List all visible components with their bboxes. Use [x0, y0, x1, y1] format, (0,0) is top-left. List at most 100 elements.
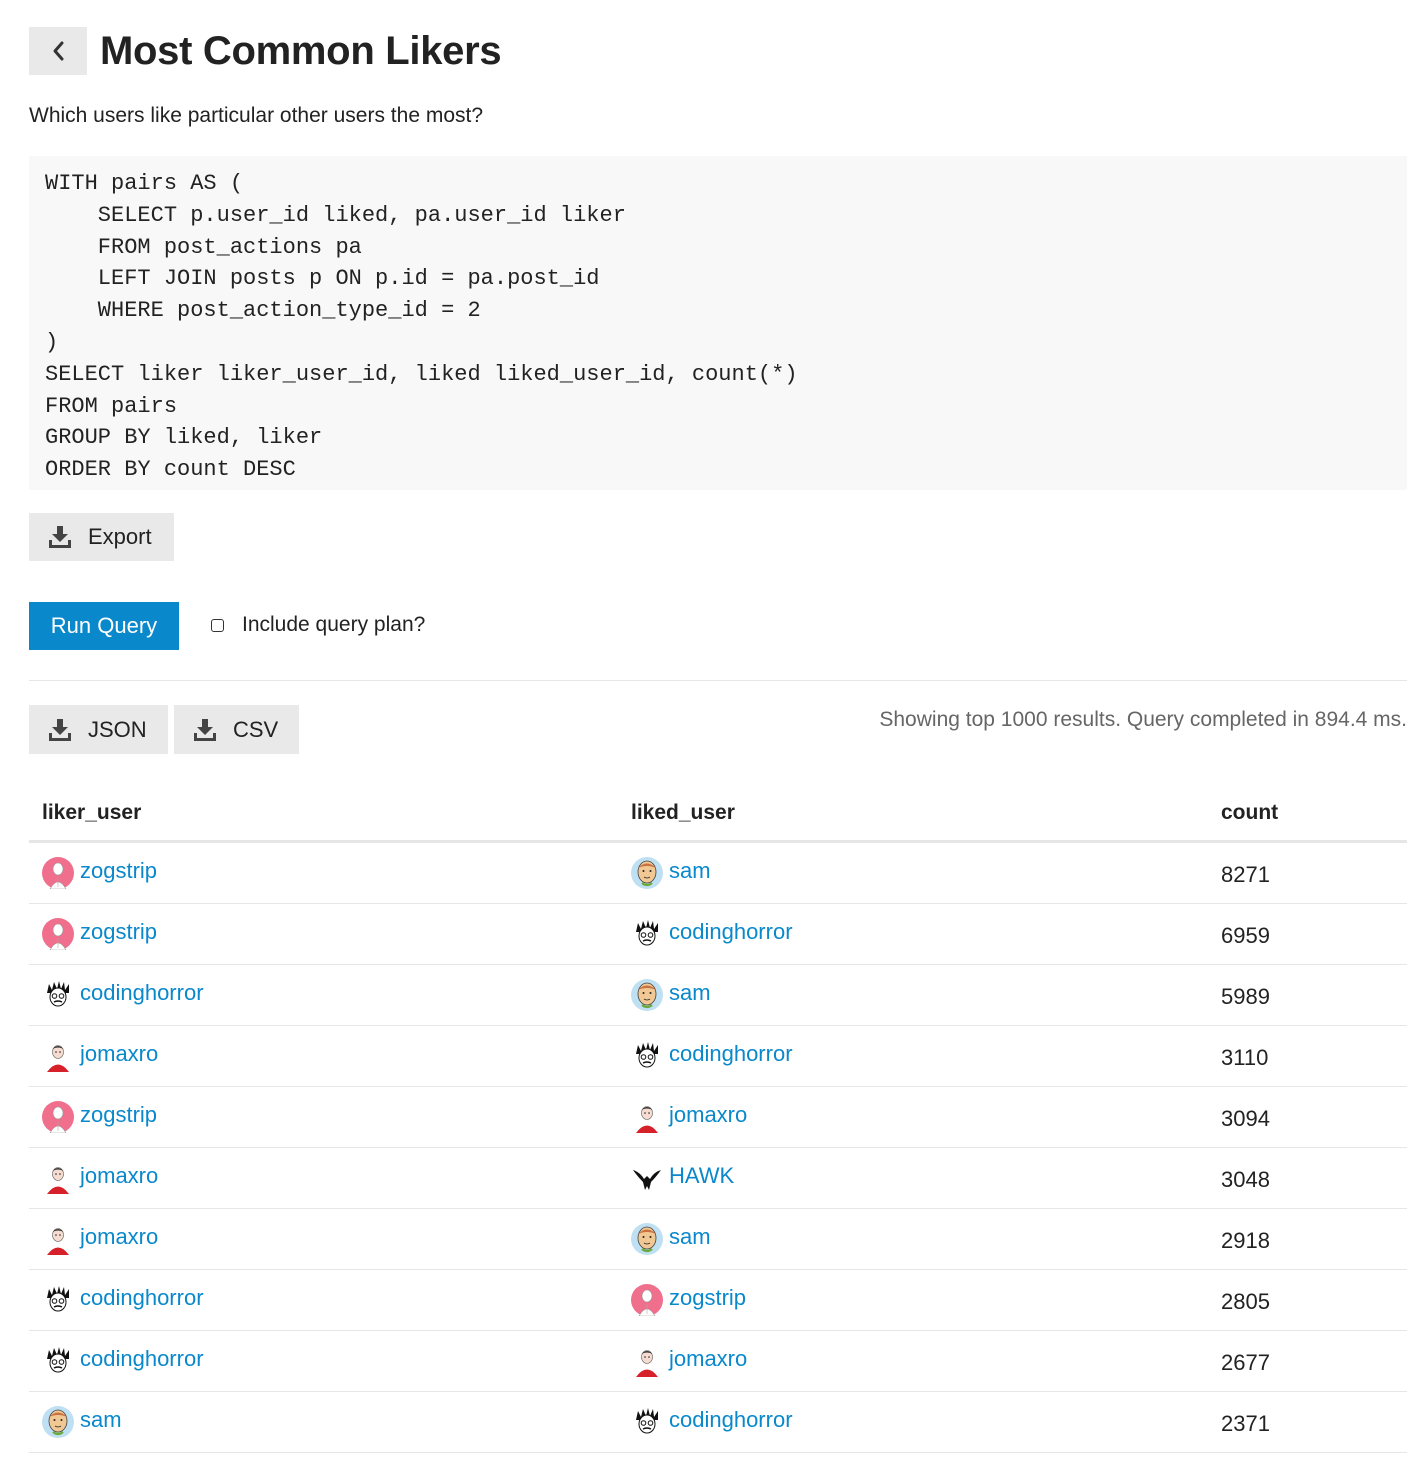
user-link[interactable]: sam	[669, 1224, 711, 1250]
like-count: 3094	[1221, 1106, 1270, 1131]
like-count: 3110	[1221, 1045, 1269, 1070]
like-count: 2371	[1221, 1411, 1270, 1436]
liker-user-cell: codinghorror	[42, 979, 204, 1011]
liked-user-cell: codinghorror	[631, 1406, 793, 1438]
user-link[interactable]: zogstrip	[80, 919, 157, 945]
user-link[interactable]: zogstrip	[80, 1102, 157, 1128]
table-row: codinghorror zogstrip 2805	[29, 1270, 1407, 1331]
like-count: 5989	[1221, 984, 1270, 1009]
avatar[interactable]	[42, 979, 74, 1011]
avatar[interactable]	[631, 1406, 663, 1438]
avatar[interactable]	[42, 1040, 74, 1072]
table-row: jomaxro HAWK 3048	[29, 1148, 1407, 1209]
user-link[interactable]: HAWK	[669, 1163, 734, 1189]
liked-user-cell: sam	[631, 857, 711, 889]
sql-line: WITH pairs AS (	[45, 171, 244, 196]
query-description: Which users like particular other users …	[29, 104, 484, 127]
avatar[interactable]	[42, 1162, 74, 1194]
avatar[interactable]	[631, 979, 663, 1011]
table-row: codinghorror jomaxro 2677	[29, 1331, 1407, 1392]
user-link[interactable]: jomaxro	[80, 1163, 158, 1189]
avatar[interactable]	[631, 1040, 663, 1072]
page-header: Most Common Likers	[29, 27, 502, 75]
like-count: 6959	[1221, 923, 1270, 948]
result-info: Showing top 1000 results. Query complete…	[879, 708, 1407, 731]
avatar[interactable]	[631, 1162, 663, 1194]
liker-user-cell: jomaxro	[42, 1223, 158, 1255]
user-link[interactable]: jomaxro	[669, 1346, 747, 1372]
sql-line: )	[45, 329, 59, 355]
like-count: 3048	[1221, 1167, 1270, 1192]
liker-user-cell: codinghorror	[42, 1345, 204, 1377]
avatar[interactable]	[631, 1345, 663, 1377]
user-link[interactable]: sam	[669, 980, 711, 1006]
page-title: Most Common Likers	[100, 28, 502, 73]
user-link[interactable]: jomaxro	[80, 1041, 158, 1067]
liked-user-cell: sam	[631, 979, 711, 1011]
user-link[interactable]: codinghorror	[80, 1346, 204, 1372]
user-link[interactable]: zogstrip	[669, 1285, 746, 1311]
avatar[interactable]	[631, 1284, 663, 1317]
include-plan-option: Include query plan?	[211, 613, 425, 637]
table-row: codinghorror sam 5989	[29, 965, 1407, 1026]
user-link[interactable]: codinghorror	[669, 1407, 793, 1433]
user-link[interactable]: jomaxro	[80, 1224, 158, 1250]
avatar[interactable]	[42, 1101, 74, 1134]
sql-code-block: WITH pairs AS ( SELECT p.user_id liked, …	[29, 156, 1407, 490]
table-header: liker_user liked_user count	[29, 786, 1407, 843]
sql-line: WHERE post_action_type_id = 2	[45, 298, 481, 324]
table-body: zogstrip sam 8271 zogstrip codinghorror 6959 c…	[29, 843, 1407, 1453]
sql-line: ORDER BY count DESC	[45, 457, 296, 483]
avatar[interactable]	[42, 1284, 74, 1316]
column-header-count[interactable]: count	[1221, 801, 1278, 825]
liked-user-cell: jomaxro	[631, 1345, 747, 1377]
export-label: Export	[88, 524, 152, 549]
user-link[interactable]: codinghorror	[669, 919, 793, 945]
avatar[interactable]	[42, 918, 74, 951]
liker-user-cell: zogstrip	[42, 857, 157, 890]
avatar[interactable]	[631, 1223, 663, 1255]
avatar[interactable]	[42, 1345, 74, 1377]
include-plan-checkbox[interactable]	[211, 618, 224, 632]
user-link[interactable]: codinghorror	[80, 980, 204, 1006]
download-json-button[interactable]: JSON	[29, 705, 168, 754]
table-row: zogstrip jomaxro 3094	[29, 1087, 1407, 1148]
column-header-liker[interactable]: liker_user	[42, 801, 141, 825]
table-row: zogstrip sam 8271	[29, 843, 1407, 904]
like-count: 2677	[1221, 1350, 1270, 1375]
like-count: 2805	[1221, 1289, 1270, 1314]
table-row: jomaxro sam 2918	[29, 1209, 1407, 1270]
avatar[interactable]	[42, 1223, 74, 1255]
user-link[interactable]: zogstrip	[80, 858, 157, 884]
chevron-left-icon	[53, 41, 64, 61]
download-csv-button[interactable]: CSV	[174, 705, 299, 754]
liked-user-cell: codinghorror	[631, 918, 793, 950]
back-button[interactable]	[29, 27, 87, 75]
column-header-liked[interactable]: liked_user	[631, 801, 735, 825]
export-button[interactable]: Export	[29, 513, 174, 561]
avatar[interactable]	[631, 918, 663, 950]
user-link[interactable]: codinghorror	[80, 1285, 204, 1311]
section-divider	[29, 680, 1407, 681]
user-link[interactable]: codinghorror	[669, 1041, 793, 1067]
user-link[interactable]: sam	[669, 858, 711, 884]
table-row: sam codinghorror 2371	[29, 1392, 1407, 1453]
avatar[interactable]	[42, 857, 74, 890]
avatar[interactable]	[631, 857, 663, 889]
like-count: 8271	[1221, 862, 1270, 887]
user-link[interactable]: sam	[80, 1407, 122, 1433]
liker-user-cell: zogstrip	[42, 918, 157, 951]
user-link[interactable]: jomaxro	[669, 1102, 747, 1128]
liker-user-cell: sam	[42, 1406, 122, 1438]
sql-line: FROM post_actions pa	[45, 234, 362, 260]
liker-user-cell: jomaxro	[42, 1040, 158, 1072]
liker-user-cell: jomaxro	[42, 1162, 158, 1194]
avatar[interactable]	[631, 1101, 663, 1133]
avatar[interactable]	[42, 1406, 74, 1438]
liked-user-cell: jomaxro	[631, 1101, 747, 1133]
liked-user-cell: codinghorror	[631, 1040, 793, 1072]
liked-user-cell: sam	[631, 1223, 711, 1255]
run-query-button[interactable]: Run Query	[29, 602, 179, 650]
download-icon	[48, 525, 72, 549]
json-label: JSON	[88, 716, 147, 742]
